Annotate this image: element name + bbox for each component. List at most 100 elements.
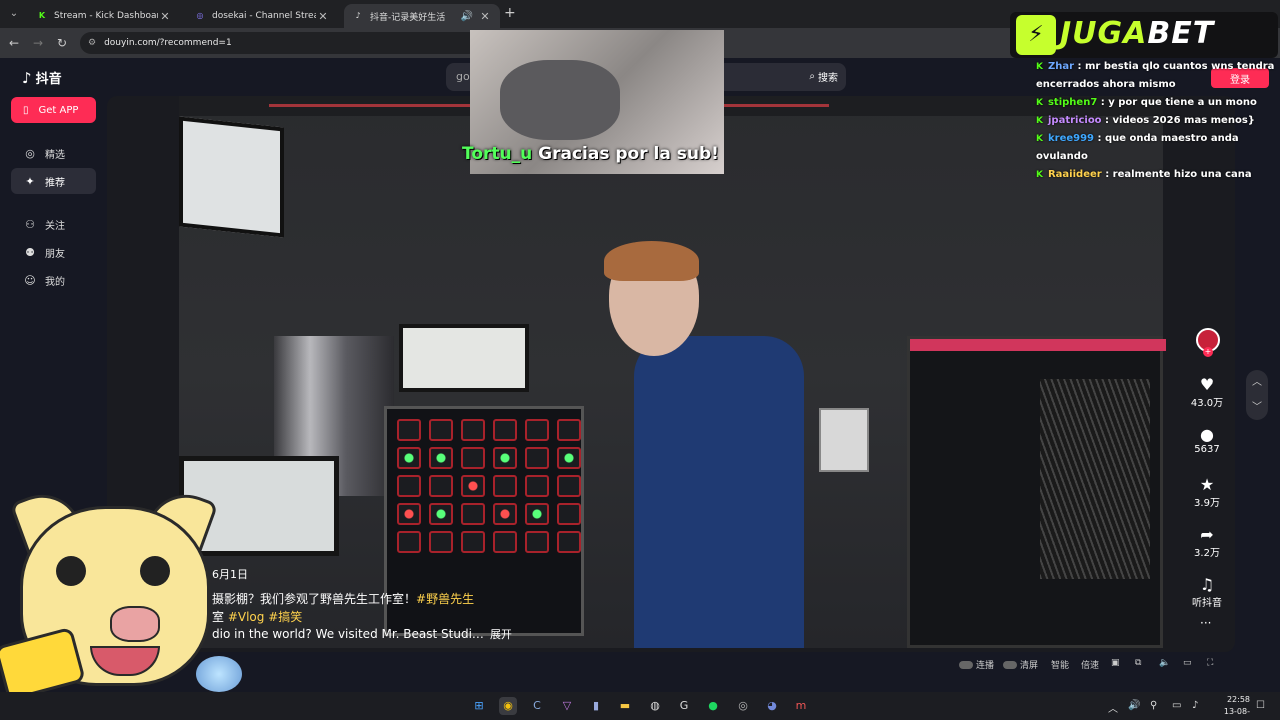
sidebar-item-recommend[interactable]: ✦ 推荐 bbox=[11, 168, 96, 194]
wall-tv bbox=[179, 116, 284, 238]
windows-start-icon[interactable]: ⊞ bbox=[470, 697, 488, 715]
listen-button[interactable]: ♫ 听抖音 bbox=[1186, 575, 1228, 610]
comment-icon: ● bbox=[1200, 425, 1214, 444]
share-count: 3.2万 bbox=[1194, 548, 1220, 559]
chat-message: Kjpatricioo : videos 2026 mas menos} bbox=[1036, 115, 1255, 126]
forward-arrow-icon[interactable]: → bbox=[30, 35, 46, 51]
previous-video-icon[interactable]: ︿ bbox=[1246, 370, 1268, 395]
quality-button[interactable]: 智能 bbox=[1051, 658, 1069, 671]
discord-icon[interactable]: ◕ bbox=[763, 697, 781, 715]
address-bar[interactable]: ⚙ douyin.com/?recommend=1 bbox=[80, 32, 480, 54]
favorite-count: 3.9万 bbox=[1194, 498, 1220, 509]
chat-message: Kstiphen7 : y por que tiene a un mono bbox=[1036, 97, 1257, 108]
chrome-icon[interactable]: ◉ bbox=[499, 697, 517, 715]
chat-message: Kkree999 : que onda maestro anda ovuland… bbox=[1036, 133, 1239, 162]
widescreen-icon[interactable]: ▭ bbox=[1183, 658, 1192, 668]
get-app-label: Get APP bbox=[38, 104, 79, 116]
screenshot-icon[interactable]: ▣ bbox=[1111, 658, 1120, 668]
mic-icon[interactable]: ⚲ bbox=[1150, 700, 1157, 711]
app-icon[interactable]: m bbox=[792, 697, 810, 715]
headphones-icon: ♫ bbox=[1199, 575, 1215, 594]
tab-search-icon[interactable]: ⌄ bbox=[6, 6, 22, 22]
fullscreen-icon[interactable]: ⛶ bbox=[1207, 658, 1213, 668]
server-rack bbox=[907, 336, 1166, 648]
sidebar-item-label: 我的 bbox=[45, 276, 65, 288]
sidebar-item-following[interactable]: ⚇ 关注 bbox=[11, 211, 96, 237]
tab-douyin[interactable]: ♪ 抖音-记录美好生活 🔊 ✕ bbox=[344, 4, 500, 28]
sidebar-item-featured[interactable]: ◎ 精选 bbox=[11, 140, 96, 166]
tab-label: dosekai - Channel Streams on ... bbox=[212, 11, 316, 21]
back-arrow-icon[interactable]: ← bbox=[6, 35, 22, 51]
search-button-label: 搜索 bbox=[818, 73, 838, 84]
close-tab-icon[interactable]: ✕ bbox=[158, 10, 172, 23]
get-app-button[interactable]: ▯ Get APP bbox=[11, 97, 96, 123]
volume-icon[interactable]: 🔈 bbox=[1159, 658, 1170, 668]
editor-icon[interactable]: ▽ bbox=[558, 697, 576, 715]
notification-icon[interactable]: ☐ bbox=[1256, 700, 1265, 711]
streamer-avatar-cat bbox=[0, 483, 260, 702]
listen-label: 听抖音 bbox=[1192, 598, 1222, 609]
tab-kick-dashboard[interactable]: K Stream - Kick Dashboard ✕ bbox=[28, 4, 180, 28]
compass-icon: ◎ bbox=[25, 146, 35, 160]
tab-label: 抖音-记录美好生活 bbox=[370, 12, 446, 23]
app-icon[interactable]: G bbox=[675, 697, 693, 715]
speaker-icon[interactable]: 🔊 bbox=[460, 11, 474, 22]
monitor bbox=[399, 324, 529, 392]
spotify-icon[interactable]: ● bbox=[704, 697, 722, 715]
sidebar-item-label: 精选 bbox=[45, 149, 65, 161]
kick-badge-icon: K bbox=[1036, 62, 1043, 72]
chat-message: K Zhar : mr bestia qlo cuantos wns tendra… bbox=[1036, 61, 1275, 90]
volume-tray-icon[interactable]: ♪ bbox=[1192, 700, 1198, 711]
close-tab-icon[interactable]: ✕ bbox=[316, 10, 330, 23]
follow-plus-icon[interactable]: + bbox=[1203, 347, 1213, 357]
network-icon[interactable]: ▭ bbox=[1172, 700, 1181, 711]
site-info-icon[interactable]: ⚙ bbox=[88, 38, 96, 48]
hashtag[interactable]: #野兽先生 bbox=[416, 592, 474, 606]
tray-chevron-icon[interactable]: ︿ bbox=[1108, 700, 1118, 715]
autoplay-toggle[interactable]: 连播 bbox=[959, 658, 994, 671]
app-icon[interactable]: ▮ bbox=[587, 697, 605, 715]
video-frame bbox=[179, 96, 1166, 648]
person-hair bbox=[604, 241, 699, 281]
next-video-icon[interactable]: ﹀ bbox=[1246, 395, 1268, 420]
speed-button[interactable]: 倍速 bbox=[1081, 658, 1099, 671]
kick-badge-icon: K bbox=[1036, 170, 1043, 180]
obs-icon[interactable]: ◍ bbox=[646, 697, 664, 715]
sidebar-item-me[interactable]: ☺ 我的 bbox=[11, 267, 96, 293]
logo-text: 抖音 bbox=[35, 72, 62, 87]
friends-icon: ⚉ bbox=[25, 245, 35, 259]
search-button[interactable]: ⌕ 搜索 bbox=[809, 69, 838, 84]
pip-icon[interactable]: ⧉ bbox=[1135, 658, 1141, 668]
chat-message: K Raaiideer : realmente hizo una cana bbox=[1036, 169, 1252, 180]
reload-icon[interactable]: ↻ bbox=[54, 35, 70, 51]
person bbox=[634, 336, 804, 648]
browser-icon[interactable]: C bbox=[528, 697, 546, 715]
like-button[interactable]: ♥ 43.0万 bbox=[1186, 376, 1228, 410]
favorite-button[interactable]: ★ 3.9万 bbox=[1186, 476, 1228, 510]
sub-alert-text: Tortu_u Gracias por la sub! bbox=[462, 144, 719, 164]
kick-badge-icon: K bbox=[1036, 98, 1043, 108]
clear-screen-toggle[interactable]: 清屏 bbox=[1003, 658, 1038, 671]
tab-dosekai-streams[interactable]: ◎ dosekai - Channel Streams on ... ✕ bbox=[186, 4, 338, 28]
kick-favicon-icon: K bbox=[38, 11, 46, 20]
expand-button[interactable]: 展开 bbox=[490, 628, 512, 641]
sidebar-item-label: 推荐 bbox=[45, 177, 65, 189]
system-clock[interactable]: 22:58 13-08-2025 bbox=[1210, 694, 1250, 720]
console-buttons bbox=[397, 419, 581, 553]
share-button[interactable]: ➦ 3.2万 bbox=[1186, 526, 1228, 560]
more-options-icon[interactable]: ··· bbox=[1200, 616, 1211, 630]
comment-count: 5637 bbox=[1194, 444, 1220, 455]
new-tab-icon[interactable]: + bbox=[504, 5, 516, 21]
douyin-logo[interactable]: ♪ 抖音 bbox=[22, 68, 62, 88]
steam-icon[interactable]: ◎ bbox=[734, 697, 752, 715]
sidebar-item-friends[interactable]: ⚉ 朋友 bbox=[11, 239, 96, 265]
folder-icon[interactable]: ▬ bbox=[616, 697, 634, 715]
comment-button[interactable]: ● 5637 bbox=[1186, 425, 1228, 456]
kick-badge-icon: K bbox=[1036, 134, 1043, 144]
like-count: 43.0万 bbox=[1190, 398, 1224, 409]
phone-icon: ▯ bbox=[23, 104, 29, 116]
speaker-tray-icon[interactable]: 🔊 bbox=[1128, 700, 1140, 711]
close-tab-icon[interactable]: ✕ bbox=[478, 10, 492, 23]
profile-icon: ☺ bbox=[24, 273, 36, 287]
screen: ⌄ K Stream - Kick Dashboard ✕ ◎ dosekai … bbox=[0, 0, 1280, 720]
